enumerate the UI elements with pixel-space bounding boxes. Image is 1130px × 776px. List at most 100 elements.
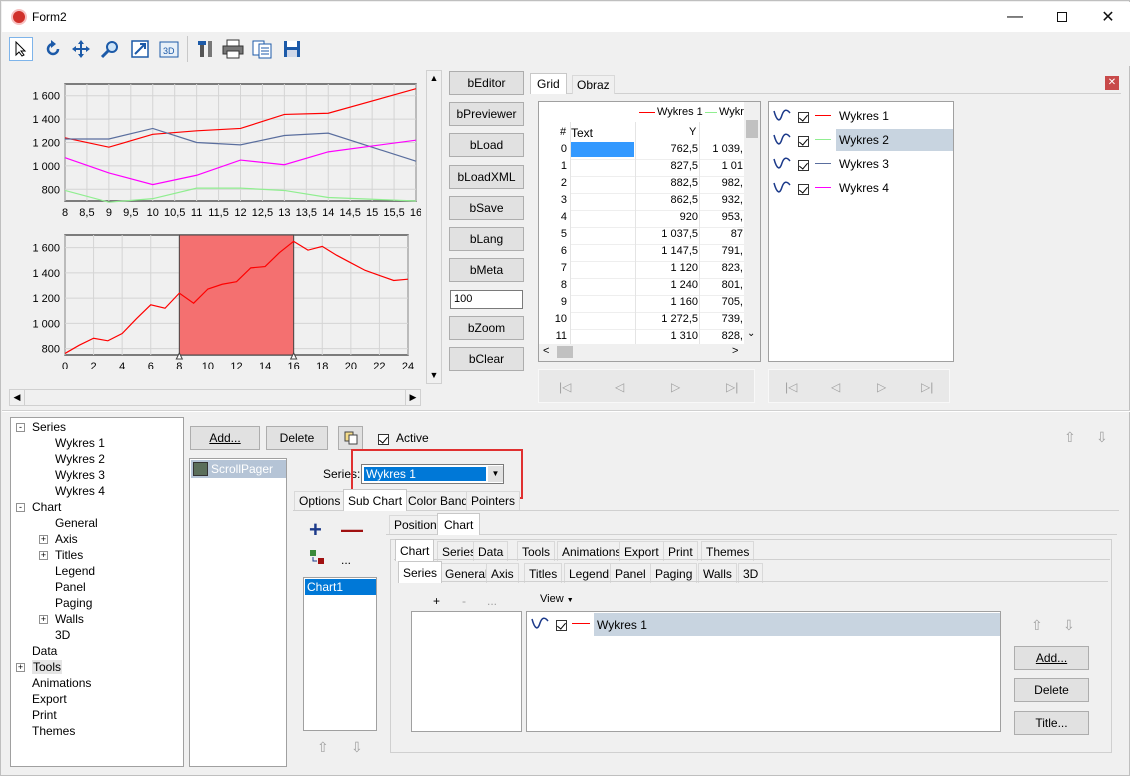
copy-icon[interactable] bbox=[250, 37, 274, 61]
move-down-icon[interactable]: ⇩ bbox=[1096, 429, 1108, 446]
series-up-icon[interactable]: ⇧ bbox=[1031, 617, 1043, 634]
grid-cell-y2[interactable]: 932, bbox=[701, 194, 743, 206]
grid-cell-y2[interactable]: 87 bbox=[701, 228, 743, 240]
grid-cell-y2[interactable]: 801, bbox=[701, 279, 743, 291]
grid-row-index[interactable]: 9 bbox=[545, 296, 567, 308]
remove-chart-icon[interactable]: — bbox=[341, 517, 363, 543]
legend-item-label[interactable]: Wykres 2 bbox=[839, 133, 889, 147]
grid-cell-y[interactable]: 1 147,5 bbox=[637, 245, 698, 257]
bmeta-button[interactable]: bMeta bbox=[449, 258, 524, 282]
zoom-icon[interactable] bbox=[98, 37, 122, 61]
active-checkbox[interactable] bbox=[378, 432, 389, 446]
series-more-icon[interactable]: ... bbox=[487, 594, 497, 608]
tree-item[interactable]: Axis bbox=[55, 532, 78, 546]
tree-item[interactable]: Print bbox=[32, 708, 57, 722]
tab4-panel[interactable]: Panel bbox=[610, 563, 651, 583]
expand-icon[interactable]: + bbox=[39, 615, 48, 624]
tab-grid[interactable]: Grid bbox=[530, 73, 567, 94]
tree-item[interactable]: Titles bbox=[55, 548, 83, 562]
series-down-icon[interactable]: ⇩ bbox=[1063, 617, 1075, 634]
zoom-input[interactable]: 100 bbox=[450, 290, 523, 309]
grid-cell-y[interactable]: 882,5 bbox=[637, 177, 698, 189]
grid-vscrollbar[interactable]: ⌄ bbox=[744, 102, 760, 344]
collapse-icon[interactable]: - bbox=[16, 503, 25, 512]
nav-next-icon[interactable]: ▷ bbox=[671, 380, 680, 394]
series-remove-icon[interactable]: - bbox=[462, 594, 466, 608]
tab3-animations[interactable]: Animations bbox=[557, 541, 627, 561]
grid-row-index[interactable]: 2 bbox=[545, 177, 567, 189]
grid-cell-y[interactable]: 862,5 bbox=[637, 194, 698, 206]
tab4-3d[interactable]: 3D bbox=[738, 563, 764, 583]
expand-icon[interactable]: + bbox=[39, 551, 48, 560]
series-add-icon[interactable]: + bbox=[433, 594, 440, 608]
tab3-print[interactable]: Print bbox=[663, 541, 698, 561]
tab3-chart[interactable]: Chart bbox=[395, 539, 435, 561]
tree-item[interactable]: Panel bbox=[55, 580, 86, 594]
copy-tool-icon[interactable] bbox=[338, 426, 363, 450]
grid-cell-y[interactable]: 1 120 bbox=[637, 262, 698, 274]
save-icon[interactable] bbox=[280, 37, 304, 61]
grid-cell-y[interactable]: 1 310 bbox=[637, 330, 698, 342]
grid-row-index[interactable]: 3 bbox=[545, 194, 567, 206]
tree-item[interactable]: Legend bbox=[55, 564, 95, 578]
chart-canvas[interactable]: 1 6001 4001 2001 0008008 8,5 9 9,5 10 10,5 11 1… bbox=[9, 69, 422, 373]
expand-icon[interactable]: + bbox=[16, 663, 25, 672]
tab3-export[interactable]: Export bbox=[619, 541, 664, 561]
series-list-item-bg[interactable] bbox=[594, 613, 1000, 636]
series-list-item[interactable]: Wykres 1 bbox=[597, 618, 647, 632]
move-icon[interactable] bbox=[69, 37, 93, 61]
bzoom-button[interactable]: bZoom bbox=[449, 316, 524, 340]
tree-item[interactable]: Chart bbox=[32, 500, 61, 514]
nav-last-icon[interactable]: ▷| bbox=[726, 380, 738, 394]
grid-selected-cell[interactable] bbox=[571, 142, 634, 157]
tools-icon[interactable] bbox=[194, 37, 218, 61]
tree-item[interactable]: General bbox=[55, 516, 98, 530]
tab-sub-chart[interactable]: Sub Chart bbox=[343, 489, 408, 511]
grid-cell-y2[interactable]: 739, bbox=[701, 313, 743, 325]
legend-item-label[interactable]: Wykres 1 bbox=[839, 109, 889, 123]
grid-cell-y[interactable]: 1 240 bbox=[637, 279, 698, 291]
print-icon[interactable] bbox=[221, 37, 245, 61]
maximize-icon[interactable] bbox=[1039, 2, 1085, 32]
editor-tree[interactable]: - Series Wykres 1 Wykres 2 Wykres 3 Wykres 4-… bbox=[10, 417, 184, 767]
tab4-axis[interactable]: Axis bbox=[486, 563, 519, 583]
tree-item[interactable]: Wykres 4 bbox=[55, 484, 105, 498]
grid-row-index[interactable]: 7 bbox=[545, 262, 567, 274]
collapse-icon[interactable]: - bbox=[16, 423, 25, 432]
tree-item[interactable]: Wykres 3 bbox=[55, 468, 105, 482]
tab4-legend[interactable]: Legend bbox=[564, 563, 615, 583]
grid-cell-y2[interactable]: 705, bbox=[701, 296, 743, 308]
minimize-icon[interactable]: — bbox=[992, 2, 1038, 32]
bload-button[interactable]: bLoad bbox=[449, 133, 524, 157]
tab4-general[interactable]: General bbox=[440, 563, 493, 583]
grid-cell-y2[interactable]: 1 01 bbox=[701, 160, 743, 172]
data-grid[interactable]: Wykres 1 Wykres 2 # Text Y 0 762,51 039, 1… bbox=[538, 101, 761, 362]
tab-pointers[interactable]: Pointers bbox=[466, 491, 521, 510]
legend-nav-next-icon[interactable]: ▷ bbox=[877, 380, 886, 394]
legend-item-label[interactable]: Wykres 4 bbox=[839, 181, 889, 195]
grid-cell-y[interactable]: 1 037,5 bbox=[637, 228, 698, 240]
tree-item[interactable]: Walls bbox=[55, 612, 84, 626]
tab-position[interactable]: Position bbox=[389, 515, 442, 534]
rotate-icon[interactable] bbox=[41, 37, 65, 61]
grid-row-index[interactable]: 8 bbox=[545, 279, 567, 291]
close-icon[interactable]: ✕ bbox=[1085, 2, 1130, 32]
tab4-series[interactable]: Series bbox=[398, 561, 443, 583]
grid-scroll-down-icon[interactable]: ⌄ bbox=[747, 328, 755, 339]
grid-cell-y2[interactable]: 1 039, bbox=[701, 143, 743, 155]
tree-item[interactable]: Export bbox=[32, 692, 67, 706]
scroll-down-icon[interactable]: ▼ bbox=[427, 368, 441, 383]
tree-item[interactable]: Themes bbox=[32, 724, 75, 738]
tab-color-band[interactable]: Color Band bbox=[403, 491, 474, 510]
legend-checkbox[interactable] bbox=[798, 182, 809, 196]
scroll-left-icon[interactable]: ◀ bbox=[10, 390, 25, 405]
grid-cell-y2[interactable]: 791, bbox=[701, 245, 743, 257]
grid-vscroll-thumb[interactable] bbox=[746, 120, 758, 138]
grid-cell-y2[interactable]: 982, bbox=[701, 177, 743, 189]
tree-item[interactable]: Series bbox=[32, 420, 66, 434]
series-group-list[interactable] bbox=[411, 611, 522, 732]
more-chart-icon[interactable]: ... bbox=[341, 553, 351, 567]
grid-row-index[interactable]: 5 bbox=[545, 228, 567, 240]
tree-item[interactable]: Data bbox=[32, 644, 57, 658]
tree-item[interactable]: 3D bbox=[55, 628, 70, 642]
